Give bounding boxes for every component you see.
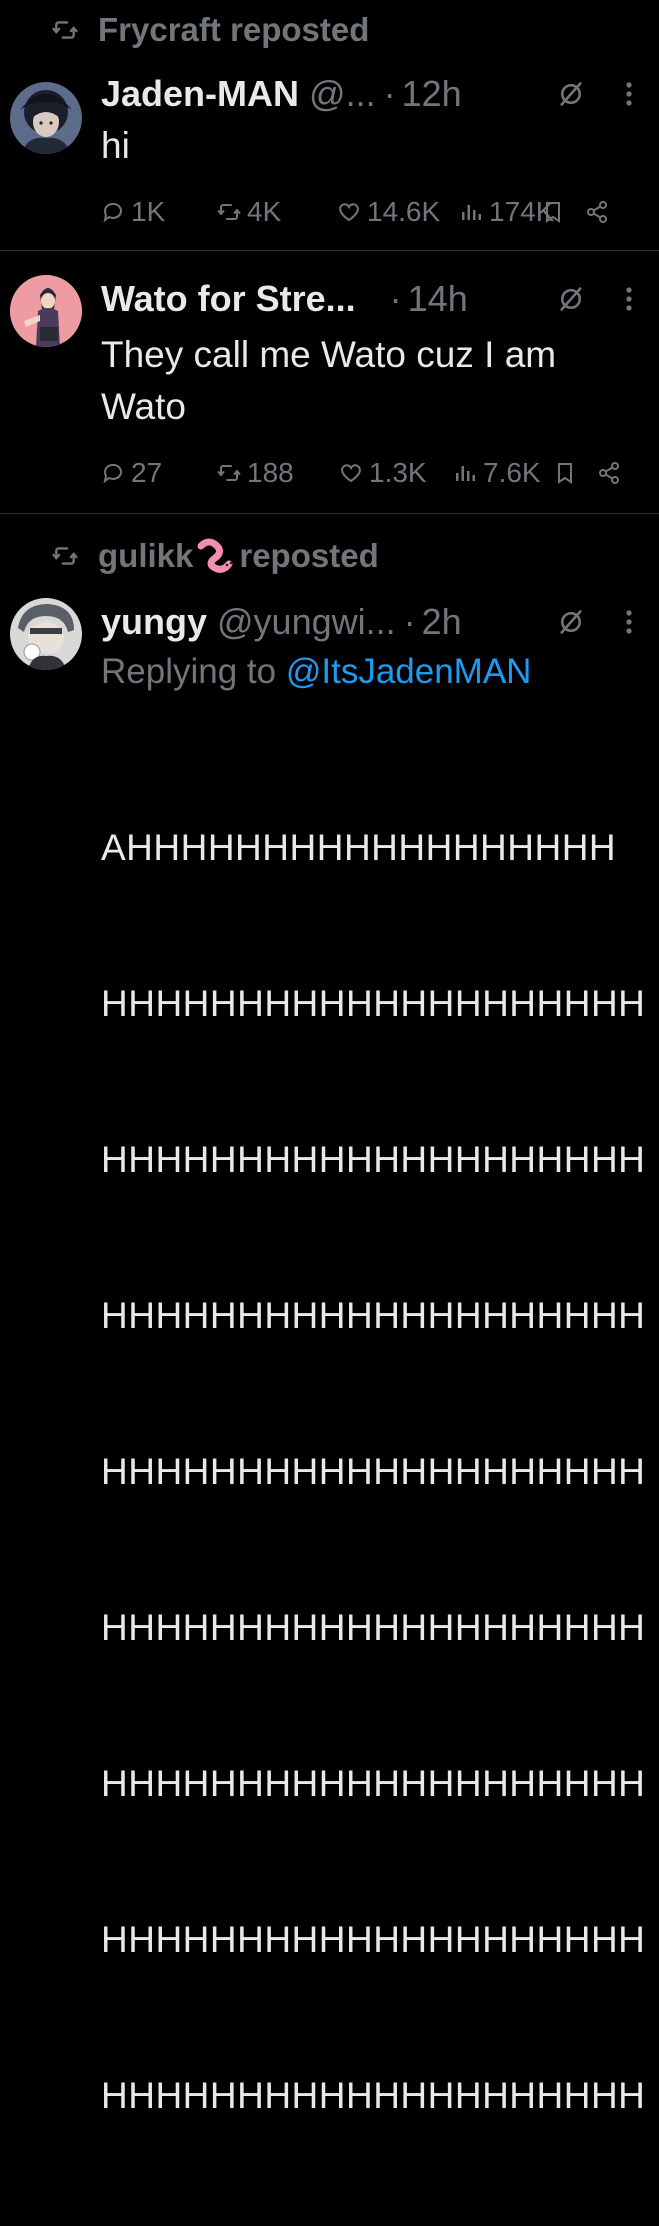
- tweet-1[interactable]: Frycraft reposted Jaden-MAN @... · 12h h…: [0, 0, 659, 250]
- repost-context[interactable]: Frycraft reposted: [52, 10, 369, 50]
- bookmark-button[interactable]: [541, 200, 571, 224]
- worm-emoji: [197, 538, 233, 573]
- like-button[interactable]: 14.6K: [337, 196, 440, 228]
- repost-icon: [52, 21, 78, 39]
- display-name[interactable]: Wato for Stre...: [101, 278, 356, 320]
- avatar[interactable]: [10, 82, 82, 154]
- reply-icon: [103, 202, 122, 223]
- bookmark-button[interactable]: [553, 461, 583, 485]
- bookmark-icon: [558, 463, 572, 484]
- like-icon: [341, 464, 361, 483]
- replying-to: Replying to @ItsJadenMAN: [101, 652, 531, 692]
- grok-icon[interactable]: [557, 285, 585, 313]
- repost-user: gulikk: [98, 537, 194, 574]
- share-icon: [599, 462, 619, 484]
- repost-icon: [217, 204, 241, 220]
- tweet-text-line: Wato: [101, 386, 186, 427]
- timestamp[interactable]: 12h: [402, 73, 462, 115]
- timestamp[interactable]: 2h: [422, 601, 462, 643]
- tweet-text-line: HHHHHHHHHHHHHHHHHHHH: [101, 1763, 646, 1804]
- tweet-2[interactable]: Wato for Stre... · 14h They call me Wato…: [0, 251, 659, 513]
- action-bar: 27 188 1.3K 7.6K: [101, 456, 639, 490]
- repost-icon: [217, 465, 241, 481]
- tweet-text-line: HHHHHHHHHHHHHHHHHHHH: [101, 1919, 646, 1960]
- separator-dot: ·: [389, 278, 402, 319]
- like-count: 1.3K: [369, 457, 427, 488]
- tweet-text: They call me Wato cuz I am Wato: [101, 329, 639, 433]
- user-handle[interactable]: @...: [309, 73, 376, 115]
- repost-context[interactable]: gulikk reposted: [52, 536, 379, 576]
- repost-button[interactable]: 4K: [217, 196, 281, 228]
- display-name[interactable]: Jaden-MAN: [101, 73, 299, 115]
- like-icon: [339, 203, 359, 222]
- views-icon: [456, 466, 475, 481]
- reply-button[interactable]: 27: [101, 457, 162, 489]
- tweet-text-line: HHHHHHHHHHHHHHHHHHHH: [101, 983, 646, 1024]
- more-icon[interactable]: [625, 609, 633, 635]
- tweet-text-line: HHHHHHHHHHHHHHHHHHHH: [101, 1451, 646, 1492]
- tweet-header: yungy @yungwi... · 2h: [101, 600, 659, 644]
- separator-dot: ·: [383, 73, 396, 114]
- action-bar: 1K 4K 14.6K 174K: [101, 195, 639, 229]
- tweet-text-line: HHHHHHHHHHHHHHHHHHHH: [101, 2075, 646, 2116]
- mention-link[interactable]: @ItsJadenMAN: [286, 652, 532, 691]
- tweet-text-line: HHHHHHHHHHHHHHHHHHHH: [101, 1295, 646, 1336]
- like-count: 14.6K: [367, 196, 441, 227]
- tweet-3[interactable]: gulikk reposted yungy @yungwi... · 2h Re…: [0, 514, 659, 2116]
- reply-count: 1K: [131, 196, 166, 227]
- share-button[interactable]: [585, 200, 615, 224]
- reply-count: 27: [131, 457, 163, 488]
- repost-suffix: reposted: [239, 537, 379, 574]
- grok-icon[interactable]: [557, 608, 585, 636]
- repost-count: 4K: [247, 196, 282, 227]
- repost-icon: [52, 547, 78, 565]
- repost-button[interactable]: 188: [217, 457, 294, 489]
- reply-button[interactable]: 1K: [101, 196, 165, 228]
- tweet-text-line: They call me Wato cuz I am: [101, 334, 557, 375]
- replying-prefix: Replying to: [101, 652, 277, 691]
- like-button[interactable]: 1.3K: [339, 457, 427, 489]
- views-button[interactable]: 7.6K: [453, 457, 541, 489]
- repost-count: 188: [247, 457, 294, 488]
- user-handle[interactable]: @yungwi...: [217, 601, 396, 643]
- tweet-header: Wato for Stre... · 14h: [101, 277, 659, 321]
- share-icon: [587, 201, 607, 223]
- avatar[interactable]: [10, 275, 82, 347]
- tweet-text: hi: [101, 125, 130, 166]
- tweet-text-line: HHHHHHHHHHHHHHHHHHHH: [101, 1139, 646, 1180]
- separator-dot: ·: [403, 601, 416, 642]
- more-icon[interactable]: [625, 286, 633, 312]
- more-icon[interactable]: [625, 81, 633, 107]
- share-button[interactable]: [597, 461, 627, 485]
- repost-label: Frycraft reposted: [98, 11, 370, 48]
- avatar[interactable]: [10, 598, 82, 670]
- tweet-text-line: AHHHHHHHHHHHHHHHHHH: [101, 827, 617, 868]
- timestamp[interactable]: 14h: [408, 278, 468, 320]
- views-count: 7.6K: [483, 457, 541, 488]
- tweet-header: Jaden-MAN @... · 12h: [101, 72, 659, 116]
- tweet-text-line: HHHHHHHHHHHHHHHHHHHH: [101, 1607, 646, 1648]
- display-name[interactable]: yungy: [101, 601, 207, 643]
- bookmark-icon: [546, 202, 560, 223]
- reply-icon: [103, 463, 122, 484]
- views-icon: [462, 205, 481, 220]
- tweet-text: AHHHHHHHHHHHHHHHHHH HHHHHHHHHHHHHHHHHHHH…: [101, 718, 645, 2226]
- grok-icon[interactable]: [557, 80, 585, 108]
